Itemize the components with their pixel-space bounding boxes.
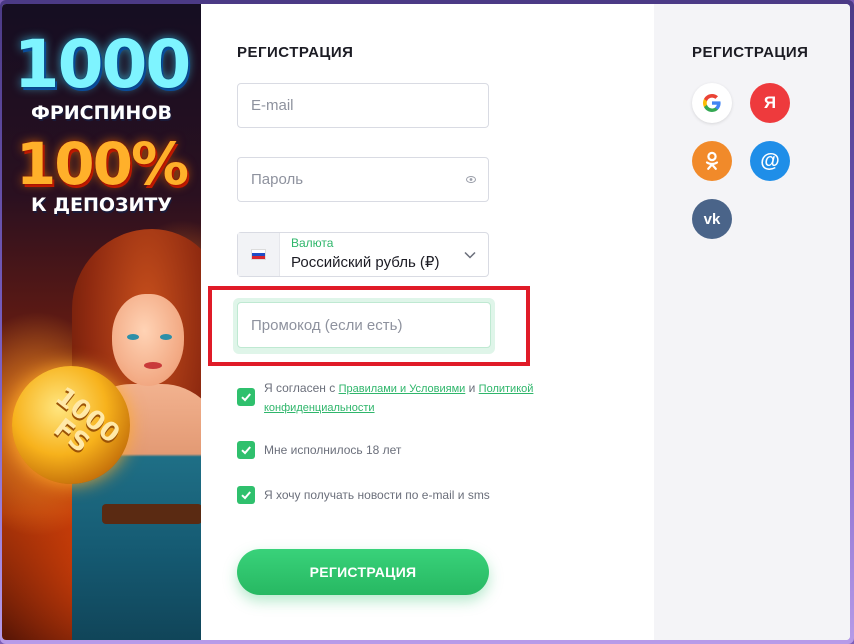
terms-and: и <box>468 381 476 395</box>
email-field[interactable]: E-mail <box>237 83 489 128</box>
terms-prefix: Я согласен с <box>264 381 336 395</box>
checkmark-icon <box>241 491 251 500</box>
password-placeholder: Пароль <box>251 171 304 188</box>
news-checkbox[interactable] <box>237 486 255 504</box>
email-placeholder: E-mail <box>251 97 294 114</box>
banner-headline-text: ФРИСПИНОВ <box>31 102 172 124</box>
form-title: РЕГИСТРАЦИЯ <box>237 44 354 61</box>
vk-login-button[interactable]: vk <box>692 199 732 239</box>
banner-character-lips <box>144 362 162 369</box>
registration-modal: 1000 FS 1000 ФРИСПИНОВ 100% К ДЕПОЗИТУ Р… <box>2 4 850 640</box>
password-field[interactable]: Пароль <box>237 157 489 202</box>
banner-character-eye <box>160 334 172 340</box>
news-text: Я хочу получать новости по e-mail и sms <box>264 488 490 502</box>
flag-box <box>238 233 280 276</box>
odnoklassniki-login-button[interactable] <box>692 141 732 181</box>
google-icon <box>703 94 721 112</box>
yandex-login-button[interactable]: Я <box>750 83 790 123</box>
social-title: РЕГИСТРАЦИЯ <box>692 44 809 61</box>
registration-form: РЕГИСТРАЦИЯ E-mail Пароль Валюта Российс… <box>201 4 654 640</box>
terms-checkbox[interactable] <box>237 388 255 406</box>
register-button[interactable]: РЕГИСТРАЦИЯ <box>237 549 489 595</box>
banner-bonus-percent: 100% <box>15 130 189 198</box>
currency-label: Валюта <box>291 236 334 250</box>
currency-value: Российский рубль (₽) <box>291 254 440 271</box>
news-checkbox-row: Я хочу получать новости по e-mail и sms <box>237 486 490 504</box>
age-checkbox[interactable] <box>237 441 255 459</box>
terms-text: Я согласен с Правилами и Условиями и Пол… <box>264 379 557 417</box>
google-login-button[interactable] <box>692 83 732 123</box>
odnoklassniki-icon <box>705 151 719 170</box>
banner-character-belt <box>102 504 201 524</box>
vk-icon: vk <box>703 210 721 228</box>
yandex-icon: Я <box>763 93 777 112</box>
eye-icon[interactable] <box>466 176 476 183</box>
rules-link[interactable]: Правилами и Условиями <box>339 383 466 395</box>
promo-banner: 1000 FS 1000 ФРИСПИНОВ 100% К ДЕПОЗИТУ <box>2 4 201 640</box>
russia-flag-icon <box>251 249 266 260</box>
checkmark-icon <box>241 393 251 402</box>
currency-select[interactable]: Валюта Российский рубль (₽) <box>237 232 489 277</box>
at-icon: @ <box>760 149 780 172</box>
age-text: Мне исполнилось 18 лет <box>264 443 402 457</box>
promo-code-field[interactable]: Промокод (если есть) <box>237 302 491 348</box>
banner-headline-number: 1000 <box>13 26 192 103</box>
terms-checkbox-row: Я согласен с Правилами и Условиями и Пол… <box>237 379 557 417</box>
banner-character-eye <box>127 334 139 340</box>
banner-character-face <box>112 294 184 386</box>
social-registration: РЕГИСТРАЦИЯ Я @ vk <box>654 4 850 640</box>
promo-code-placeholder: Промокод (если есть) <box>251 316 403 334</box>
checkmark-icon <box>241 446 251 455</box>
mailru-login-button[interactable]: @ <box>750 141 790 181</box>
age-checkbox-row: Мне исполнилось 18 лет <box>237 441 401 459</box>
banner-bonus-text: К ДЕПОЗИТУ <box>30 194 173 216</box>
chevron-down-icon <box>464 251 476 259</box>
